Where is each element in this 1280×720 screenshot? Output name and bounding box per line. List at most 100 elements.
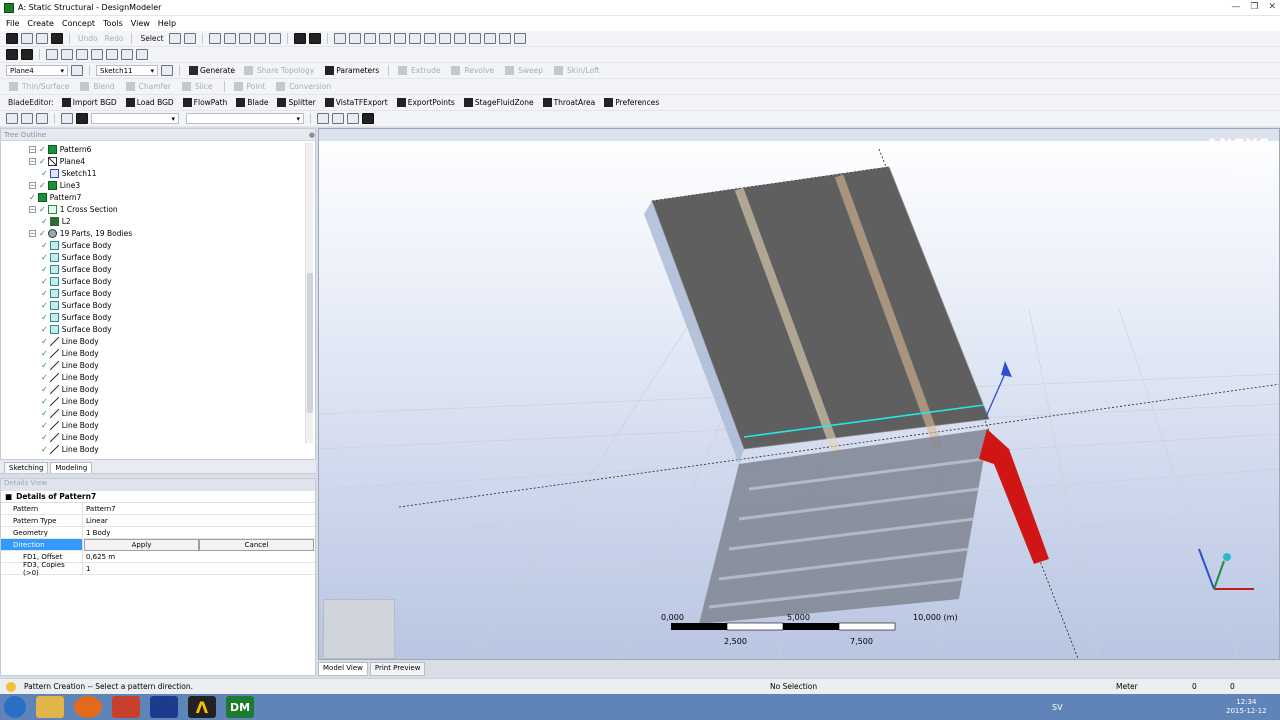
preferences-button[interactable]: Preferences <box>601 98 662 107</box>
zoom-in-icon[interactable] <box>423 33 436 44</box>
zoom-icon[interactable] <box>363 33 376 44</box>
copies-field[interactable]: 1 <box>83 563 315 574</box>
tree-node[interactable]: − ✓ Plane4 <box>29 155 85 167</box>
firefox-icon[interactable] <box>74 696 102 718</box>
tree-node[interactable]: ✓ Surface Body <box>41 239 112 251</box>
tree-node[interactable]: − ✓ Line3 <box>29 179 80 191</box>
pin-icon[interactable]: ● <box>309 131 315 139</box>
select-point-icon[interactable] <box>208 33 221 44</box>
next-view-icon[interactable] <box>483 33 496 44</box>
stage-fluid-zone-button[interactable]: StageFluidZone <box>461 98 537 107</box>
menu-tools[interactable]: Tools <box>103 19 123 28</box>
sketch-select[interactable]: Sketch11 ▾ <box>96 65 158 76</box>
new-icon[interactable] <box>6 33 18 44</box>
previous-view-icon[interactable] <box>468 33 481 44</box>
explorer-icon[interactable] <box>36 696 64 718</box>
load-bgd-button[interactable]: Load BGD <box>123 98 177 107</box>
vistatf-export-button[interactable]: VistaTFExport <box>322 98 391 107</box>
minimize-button[interactable]: — <box>1231 2 1240 12</box>
selection-filter-icon[interactable] <box>308 33 321 44</box>
designmodeler-taskbar-icon[interactable]: DM <box>226 696 254 718</box>
language-indicator[interactable]: SV <box>1052 703 1063 712</box>
restore-button[interactable]: ❐ <box>1250 2 1258 12</box>
new-plane-icon[interactable] <box>71 65 83 76</box>
tree-node[interactable]: ✓ Sketch11 <box>41 167 97 179</box>
zoom-box-icon[interactable] <box>453 33 466 44</box>
extend-tool-icon[interactable] <box>106 49 118 60</box>
show-frozen-icon[interactable] <box>347 113 359 124</box>
body-display-icon[interactable] <box>21 49 33 60</box>
tree-node[interactable]: − ✓ 1 Cross Section <box>29 203 118 215</box>
line-tool-icon[interactable] <box>46 49 58 60</box>
menu-help[interactable]: Help <box>158 19 176 28</box>
splitter-button[interactable]: Splitter <box>274 98 318 107</box>
export-points-button[interactable]: ExportPoints <box>394 98 458 107</box>
tab-model-view[interactable]: Model View <box>318 662 368 676</box>
tree-node[interactable]: ✓ Line Body <box>41 335 99 347</box>
tab-print-preview[interactable]: Print Preview <box>369 662 426 676</box>
flowpath-button[interactable]: FlowPath <box>180 98 231 107</box>
parameters-button[interactable]: Parameters <box>322 66 382 75</box>
tree-node[interactable]: ✓ Surface Body <box>41 323 112 335</box>
share-topology-button[interactable]: Share Topology <box>241 66 319 75</box>
tab-sketching[interactable]: Sketching <box>4 462 49 473</box>
display-edges-icon[interactable] <box>36 113 48 124</box>
expand-toggle-icon[interactable]: − <box>29 229 36 237</box>
direction-label[interactable]: Direction <box>1 539 83 550</box>
pointer-icon[interactable] <box>183 33 196 44</box>
expand-toggle-icon[interactable]: − <box>29 145 36 153</box>
magnifier-icon[interactable] <box>408 33 421 44</box>
tree-node[interactable]: ✓ Surface Body <box>41 275 112 287</box>
menu-file[interactable]: File <box>6 19 19 28</box>
plane-select[interactable]: Plane4 ▾ <box>6 65 68 76</box>
tree-node[interactable]: − ✓ Pattern6 <box>29 143 91 155</box>
conversion-button[interactable]: Conversion <box>273 82 336 91</box>
extend-selection-icon[interactable] <box>268 33 281 44</box>
tree-node[interactable]: ✓ Line Body <box>41 431 99 443</box>
menu-concept[interactable]: Concept <box>62 19 95 28</box>
tree-node[interactable]: ✓ Pattern7 <box>29 191 81 203</box>
tree-node[interactable]: ✓ Line Body <box>41 347 99 359</box>
pan-icon[interactable] <box>348 33 361 44</box>
tree-node[interactable]: − ✓ 19 Parts, 19 Bodies <box>29 227 132 239</box>
expand-toggle-icon[interactable]: − <box>29 157 36 165</box>
tree-node[interactable]: ✓ Surface Body <box>41 299 112 311</box>
polyline-tool-icon[interactable] <box>61 49 73 60</box>
revolve-button[interactable]: Revolve <box>448 66 499 75</box>
select-mode-icon[interactable] <box>168 33 181 44</box>
display-toggle-icon[interactable] <box>362 113 374 124</box>
ansys-workbench-icon[interactable]: Λ <box>188 696 216 718</box>
trim-tool-icon[interactable] <box>91 49 103 60</box>
clock[interactable]: 12:34 2015-12-12 <box>1226 698 1267 716</box>
menu-create[interactable]: Create <box>27 19 54 28</box>
blend-button[interactable]: Blend <box>77 82 119 91</box>
split-tool-icon[interactable] <box>121 49 133 60</box>
save-icon[interactable] <box>21 33 33 44</box>
tree-node[interactable]: ✓ Line Body <box>41 371 99 383</box>
close-button[interactable]: ✕ <box>1268 2 1276 12</box>
tree-node[interactable]: ✓ Line Body <box>41 419 99 431</box>
zoom-fit-icon[interactable] <box>393 33 406 44</box>
undo-button[interactable]: Undo <box>76 34 100 43</box>
tree-node[interactable]: ✓ Line Body <box>41 443 99 455</box>
expand-toggle-icon[interactable]: − <box>29 181 36 189</box>
select-edge-icon[interactable] <box>223 33 236 44</box>
box-zoom-icon[interactable] <box>378 33 391 44</box>
export-icon[interactable] <box>36 33 48 44</box>
extrude-button[interactable]: Extrude <box>395 66 445 75</box>
sweep-button[interactable]: Sweep <box>502 66 548 75</box>
rotate-icon[interactable] <box>333 33 346 44</box>
blade-button[interactable]: Blade <box>233 98 271 107</box>
screenshot-icon[interactable] <box>51 33 63 44</box>
menu-view[interactable]: View <box>131 19 150 28</box>
graphics-viewport[interactable]: ANSYS R14.5 Academic 0,000 5,000 10,000 … <box>318 128 1280 660</box>
triad-icon[interactable] <box>76 113 88 124</box>
tree-scrollbar[interactable] <box>305 143 313 443</box>
select-all-icon[interactable] <box>293 33 306 44</box>
show-vertices-icon[interactable] <box>317 113 329 124</box>
redo-button[interactable]: Redo <box>103 34 126 43</box>
throat-area-button[interactable]: ThroatArea <box>540 98 599 107</box>
tab-modeling[interactable]: Modeling <box>50 462 93 473</box>
chamfer-button[interactable]: Chamfer <box>123 82 176 91</box>
arc-tool-icon[interactable] <box>76 49 88 60</box>
